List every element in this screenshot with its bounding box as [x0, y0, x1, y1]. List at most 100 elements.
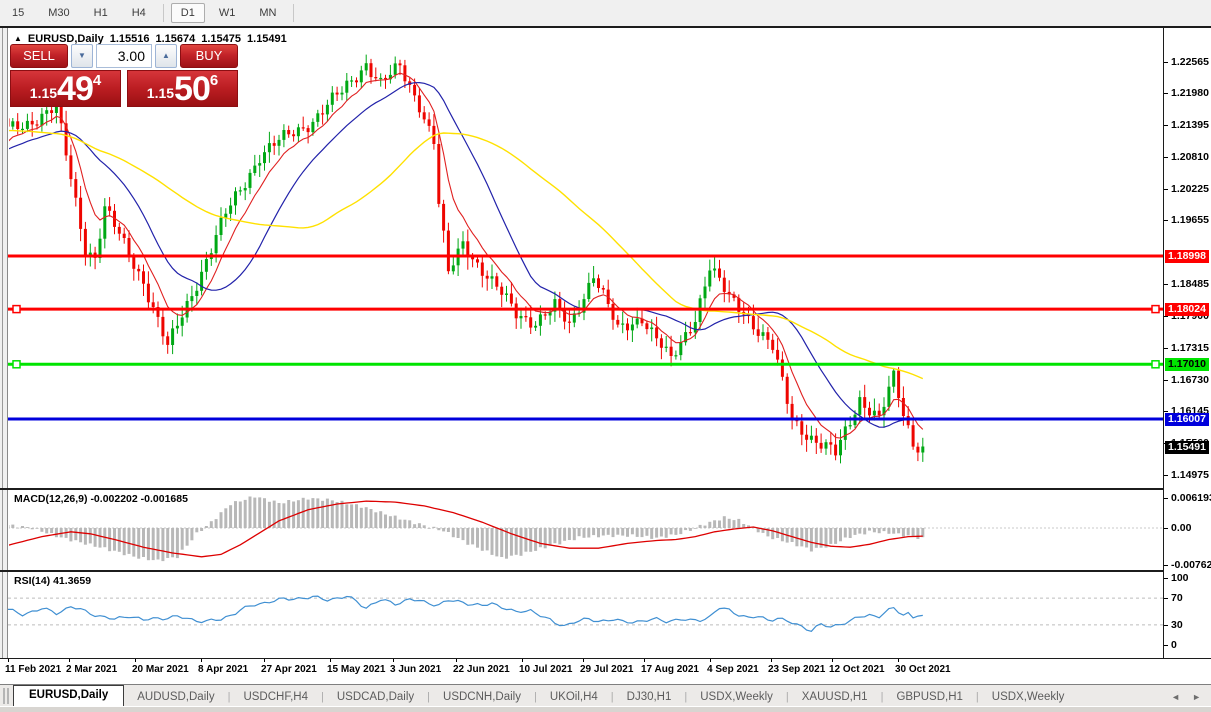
chart-tab-xauusd-h1[interactable]: XAUUSD,H1 — [789, 688, 881, 706]
date-tick-label: 20 Mar 2021 — [132, 664, 189, 675]
chart-tab-usdcnh-daily[interactable]: USDCNH,Daily — [430, 688, 534, 706]
date-tick-label: 22 Jun 2021 — [453, 664, 510, 675]
volume-decrease-button[interactable]: ▼ — [71, 44, 93, 68]
price-tick — [1164, 348, 1168, 349]
date-tick-label: 2 Mar 2021 — [66, 664, 117, 675]
time-axis[interactable]: 11 Feb 2021 2 Mar 2021 20 Mar 2021 8 Apr 20… — [0, 659, 1211, 684]
macd-tick-label: -0.00762 — [1171, 559, 1211, 571]
rsi-tick-label: 70 — [1171, 592, 1183, 604]
tabbar-grip-icon — [3, 688, 9, 704]
trading-terminal: 15M30H1H4D1W1MN ▲ EURUSD,Daily 1.15516 1… — [0, 0, 1211, 712]
sell-price-big: 49 — [57, 75, 93, 104]
buy-price-pip: 6 — [210, 73, 218, 88]
price-axis[interactable]: 1.225651.219801.213951.208101.202251.196… — [1163, 28, 1211, 658]
hline-handle-icon[interactable] — [1152, 361, 1159, 368]
price-tick-label: 1.21980 — [1171, 87, 1209, 99]
sell-price-pip: 4 — [93, 73, 101, 88]
rsi-tick — [1164, 625, 1168, 626]
macd-tick — [1164, 528, 1168, 529]
macd-tick — [1164, 565, 1168, 566]
buy-price-panel[interactable]: 1.15506 — [127, 70, 238, 107]
date-tick — [330, 659, 331, 662]
chart-tab-dj30-h1[interactable]: DJ30,H1 — [614, 688, 685, 706]
hline-price-badge: 1.18998 — [1165, 250, 1209, 263]
date-tick-label: 23 Sep 2021 — [768, 664, 825, 675]
volume-input[interactable] — [96, 44, 152, 68]
buy-price-big: 50 — [174, 75, 210, 104]
hline-price-badge: 1.17010 — [1165, 358, 1209, 371]
chart-tab-gbpusd-h1[interactable]: GBPUSD,H1 — [883, 688, 975, 706]
macd-tick-label: 0.006193 — [1171, 492, 1211, 504]
date-tick-label: 17 Aug 2021 — [641, 664, 699, 675]
date-tick-label: 30 Oct 2021 — [895, 664, 951, 675]
date-tick — [201, 659, 202, 662]
date-tick-label: 4 Sep 2021 — [707, 664, 759, 675]
price-tick — [1164, 475, 1168, 476]
date-tick — [644, 659, 645, 662]
macd-label: MACD(12,26,9) -0.002202 -0.001685 — [14, 493, 188, 505]
chart-tab-usdx-weekly[interactable]: USDX,Weekly — [687, 688, 786, 706]
date-tick-label: 15 May 2021 — [327, 664, 385, 675]
date-tick — [522, 659, 523, 662]
rsi-tick-label: 30 — [1171, 619, 1183, 631]
price-tick — [1164, 62, 1168, 63]
sell-price-panel[interactable]: 1.15494 — [10, 70, 121, 107]
date-tick — [456, 659, 457, 662]
price-tick-label: 1.20225 — [1171, 183, 1209, 195]
date-tick-label: 11 Feb 2021 — [5, 664, 61, 675]
date-tick — [8, 659, 9, 662]
date-tick — [898, 659, 899, 662]
date-tick — [69, 659, 70, 662]
date-tick — [135, 659, 136, 662]
macd-tick-label: 0.00 — [1171, 522, 1191, 534]
sell-button[interactable]: SELL — [10, 44, 68, 68]
buy-button[interactable]: BUY — [180, 44, 238, 68]
price-tick-label: 1.20810 — [1171, 151, 1209, 163]
price-tick — [1164, 220, 1168, 221]
chart-tab-usdx-weekly[interactable]: USDX,Weekly — [979, 688, 1078, 706]
date-tick-label: 29 Jul 2021 — [580, 664, 633, 675]
price-tick-label: 1.14975 — [1171, 469, 1209, 481]
price-tick-label: 1.18485 — [1171, 278, 1209, 290]
price-tick-label: 1.16730 — [1171, 374, 1209, 386]
tabbar-scroll-left-icon[interactable]: ◄ — [1171, 692, 1180, 702]
price-tick — [1164, 93, 1168, 94]
price-tick — [1164, 157, 1168, 158]
chart-tab-usdcad-daily[interactable]: USDCAD,Daily — [324, 688, 427, 706]
hline-handle-icon[interactable] — [1152, 306, 1159, 313]
date-tick — [710, 659, 711, 662]
date-tick-label: 12 Oct 2021 — [829, 664, 885, 675]
sell-price-base: 1.15 — [30, 86, 57, 100]
volume-increase-button[interactable]: ▲ — [155, 44, 177, 68]
macd-tick — [1164, 498, 1168, 499]
date-tick-label: 10 Jul 2021 — [519, 664, 572, 675]
date-tick — [771, 659, 772, 662]
symbol-tabbar: EURUSD,DailyAUDUSD,Daily|USDCHF,H4|USDCA… — [0, 684, 1211, 706]
price-tick — [1164, 284, 1168, 285]
ohlc-close: 1.15491 — [247, 33, 287, 45]
date-tick-label: 27 Apr 2021 — [261, 664, 317, 675]
symbol-collapse-arrow-icon[interactable]: ▲ — [14, 34, 22, 43]
price-tick-label: 1.19655 — [1171, 214, 1209, 226]
buy-price-base: 1.15 — [147, 86, 174, 100]
rsi-tick-label: 0 — [1171, 639, 1177, 651]
price-tick-label: 1.17315 — [1171, 342, 1209, 354]
tabbar-scroll-right-icon[interactable]: ► — [1192, 692, 1201, 702]
rsi-label: RSI(14) 41.3659 — [14, 575, 91, 587]
current-price-badge: 1.15491 — [1165, 441, 1209, 454]
price-tick — [1164, 189, 1168, 190]
one-click-trading-widget: SELL ▼ ▲ BUY 1.15494 1.15506 — [10, 44, 238, 107]
hline-handle-icon[interactable] — [13, 306, 20, 313]
hline-price-badge: 1.18024 — [1165, 303, 1209, 316]
price-tick-label: 1.22565 — [1171, 56, 1209, 68]
chart-tab-usdchf-h4[interactable]: USDCHF,H4 — [230, 688, 321, 706]
chart-tab-ukoil-h4[interactable]: UKOil,H4 — [537, 688, 611, 706]
price-tick — [1164, 125, 1168, 126]
chart-tab-audusd-daily[interactable]: AUDUSD,Daily — [124, 688, 227, 706]
date-tick — [393, 659, 394, 662]
rsi-tick — [1164, 578, 1168, 579]
chart-tab-eurusd-daily[interactable]: EURUSD,Daily — [13, 685, 124, 706]
date-tick-label: 8 Apr 2021 — [198, 664, 248, 675]
date-tick — [583, 659, 584, 662]
hline-handle-icon[interactable] — [13, 361, 20, 368]
